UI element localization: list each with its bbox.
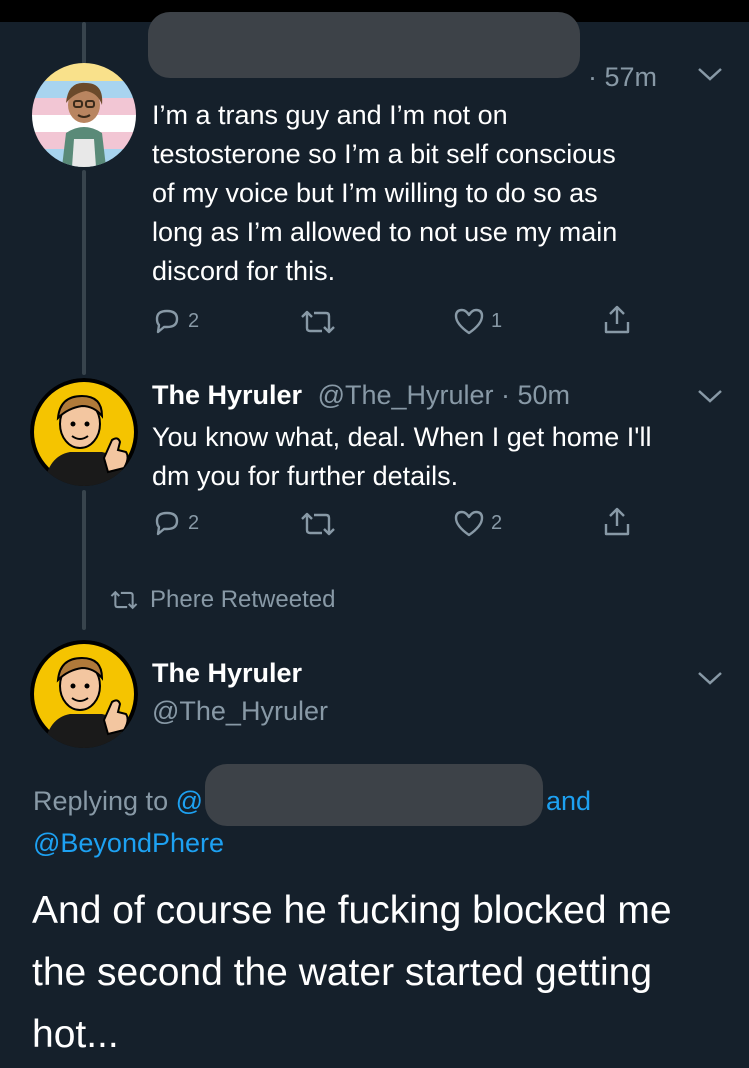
like-button[interactable]: 2 <box>453 508 502 538</box>
main-line: And of course he fucking blocked me <box>32 889 672 932</box>
thread-line-top <box>82 22 86 64</box>
chevron-down-icon[interactable] <box>697 388 723 409</box>
tweet2-text: You know what, deal. When I get home I'l… <box>152 418 742 496</box>
replying-prefix: Replying to <box>33 786 169 816</box>
retweeted-label[interactable]: Phere Retweeted <box>108 586 335 614</box>
share-icon <box>604 507 630 536</box>
retweeted-text: Phere Retweeted <box>150 586 336 613</box>
main-line: the second the water started getting <box>32 951 653 994</box>
tweet1-text: I’m a trans guy and I’m not on testoster… <box>152 96 732 291</box>
reply-count: 2 <box>188 309 200 332</box>
replying-mention-beyondphere[interactable]: @BeyondPhere <box>33 828 224 859</box>
main-tweet-text: And of course he fucking blocked me the … <box>32 880 732 1066</box>
redacted-username <box>148 12 580 78</box>
tweet2-handle-time[interactable]: @The_Hyruler · 50m <box>318 380 570 410</box>
main-handle[interactable]: @The_Hyruler <box>152 696 328 727</box>
retweet-button[interactable] <box>298 510 338 538</box>
replying-to: Replying to @ <box>33 786 203 817</box>
tweet1-line: discord for this. <box>152 256 336 286</box>
retweet-icon <box>301 310 335 334</box>
avatar-tweet1[interactable] <box>32 63 136 167</box>
replying-at[interactable]: @ <box>176 786 203 816</box>
like-count: 1 <box>491 309 503 332</box>
avatar-hyruler-main[interactable] <box>30 640 138 748</box>
tweet1-time: · 57m <box>588 62 658 92</box>
tweet1-line: long as I’m allowed to not use my main <box>152 217 618 247</box>
retweet-icon <box>301 512 335 536</box>
thread-line-2 <box>82 490 86 630</box>
retweet-button[interactable] <box>298 308 338 336</box>
tweet2-name[interactable]: The Hyruler <box>152 380 302 410</box>
share-button[interactable] <box>602 506 632 538</box>
thread-line-1 <box>82 170 86 375</box>
tweet1-line: testosterone so I’m a bit self conscious <box>152 139 616 169</box>
like-icon <box>454 308 484 335</box>
replying-and: and <box>546 786 592 816</box>
chevron-down-icon[interactable] <box>697 66 723 87</box>
tweet2-line: dm you for further details. <box>152 461 459 491</box>
like-count: 2 <box>491 511 503 534</box>
main-name[interactable]: The Hyruler <box>152 658 302 689</box>
reply-button[interactable]: 2 <box>152 306 199 336</box>
tweet1-line: I’m a trans guy and I’m not on <box>152 100 508 130</box>
like-icon <box>454 510 484 537</box>
main-line: hot... <box>32 1013 119 1056</box>
share-icon <box>604 305 630 334</box>
reply-icon <box>155 309 179 334</box>
reply-count: 2 <box>188 511 200 534</box>
reply-icon <box>155 511 179 536</box>
tweet2-line: You know what, deal. When I get home I'l… <box>152 422 652 452</box>
retweet-icon <box>110 590 138 610</box>
share-button[interactable] <box>602 304 632 336</box>
chevron-down-icon[interactable] <box>697 670 723 691</box>
avatar-hyruler[interactable] <box>30 378 138 486</box>
tweet1-line: of my voice but I’m willing to do so as <box>152 178 598 208</box>
tweet2-header: The Hyruler @The_Hyruler · 50m <box>152 380 570 411</box>
like-button[interactable]: 1 <box>453 306 502 336</box>
reply-button[interactable]: 2 <box>152 508 199 538</box>
redacted-mention <box>205 764 543 826</box>
